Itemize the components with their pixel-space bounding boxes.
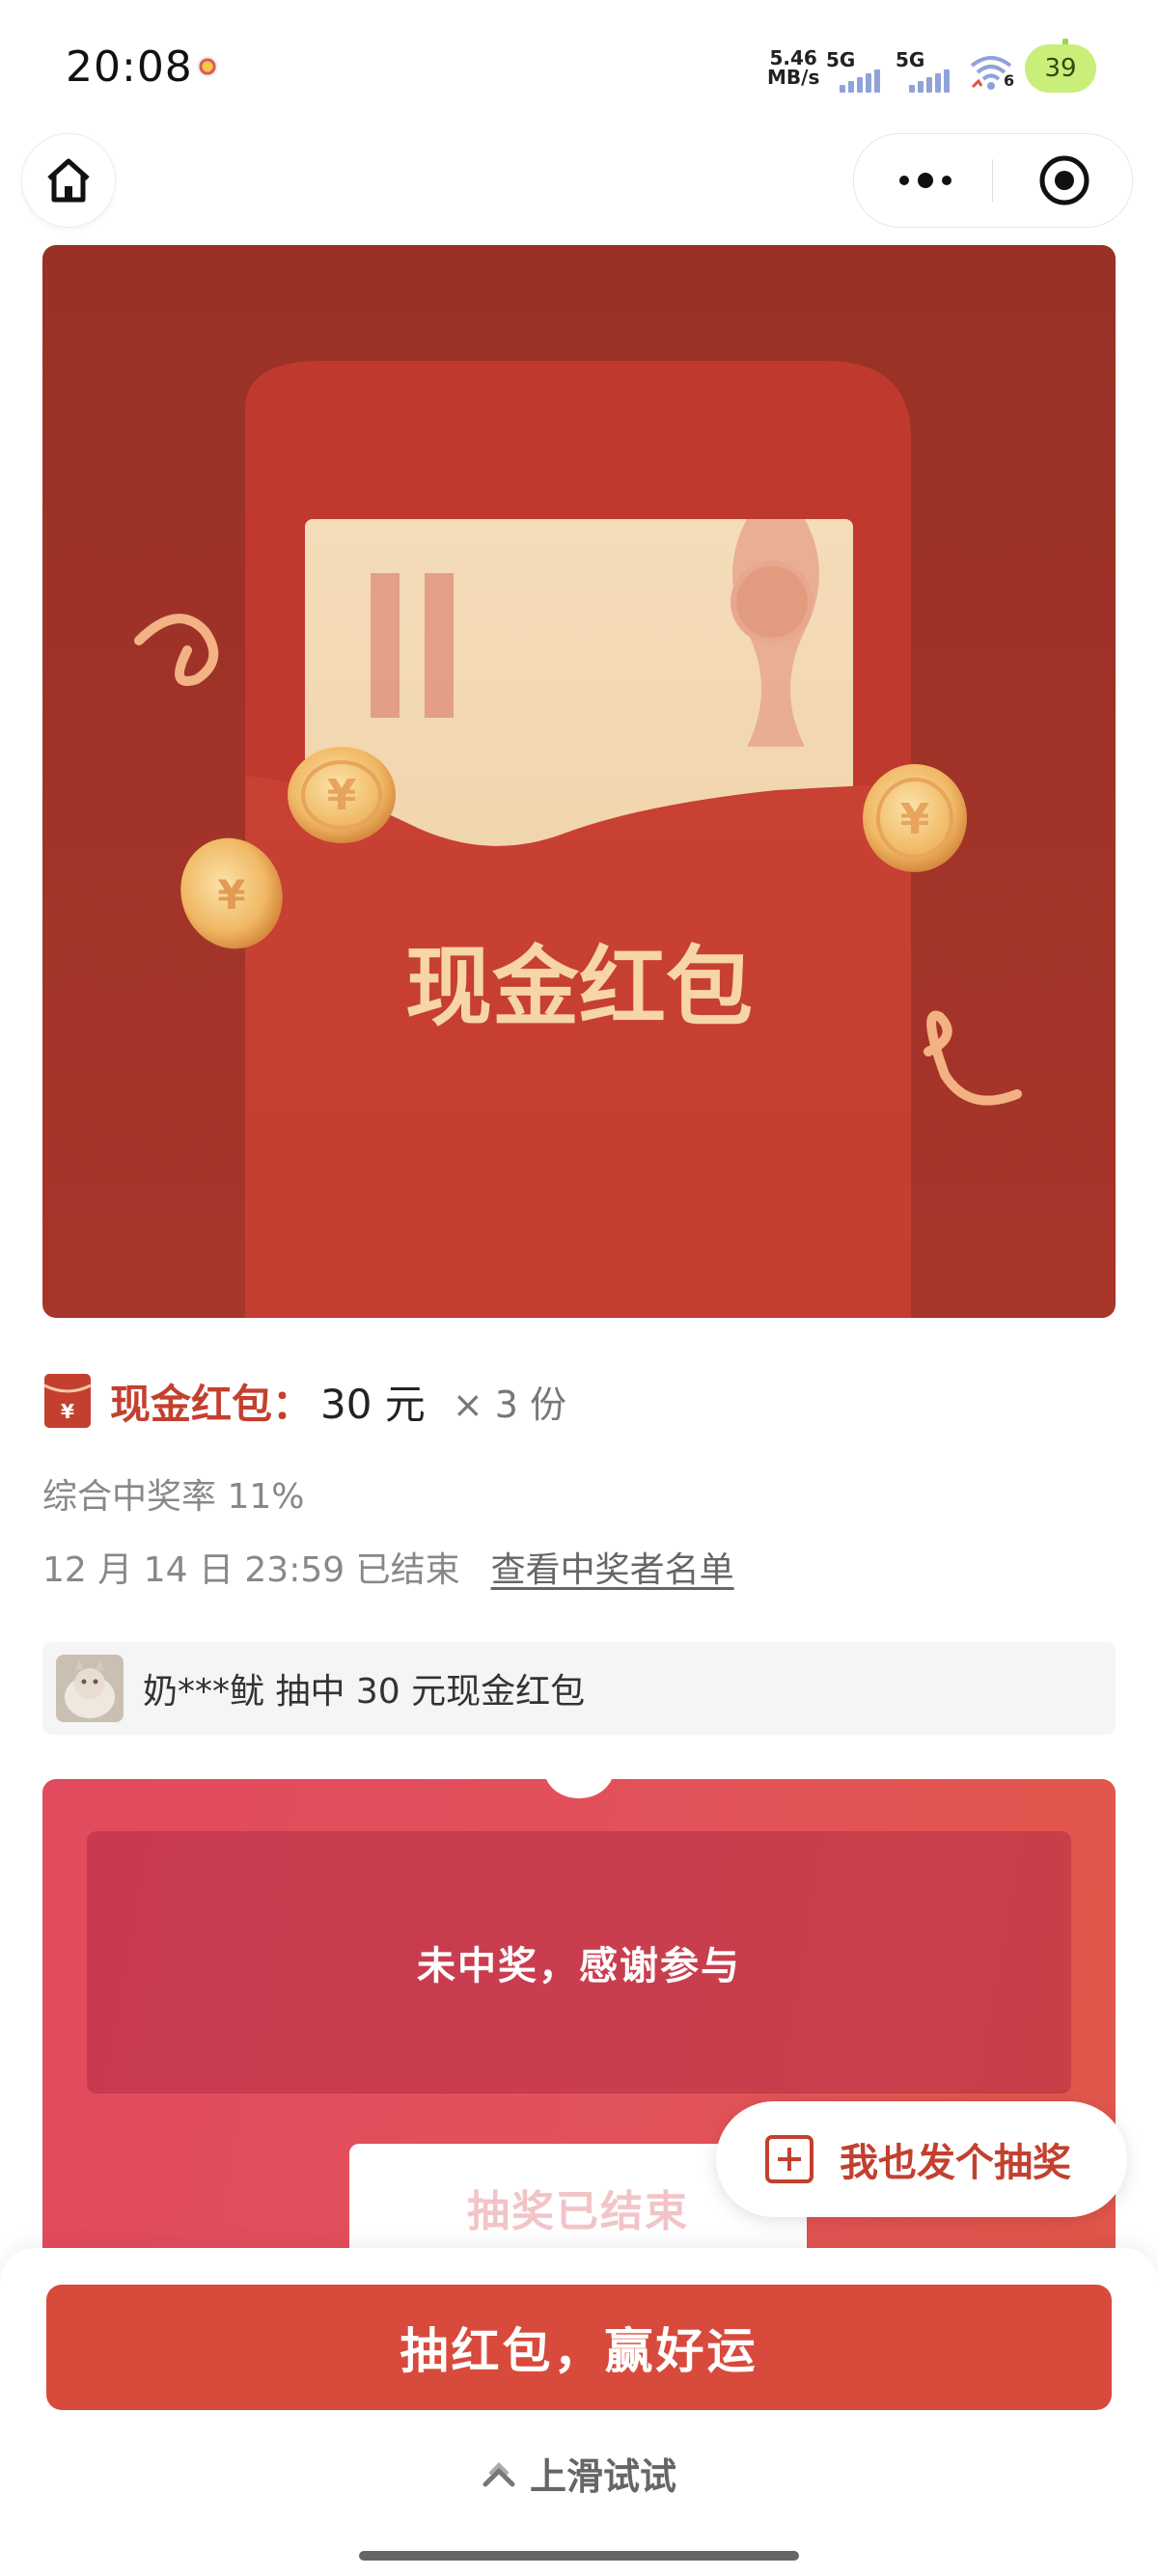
ticker-text: 奶***鱿 抽中 30 元现金红包 bbox=[143, 1672, 586, 1712]
create-lottery-label: 我也发个抽奖 bbox=[840, 2141, 1071, 2185]
winner-ticker: 奶***鱿 抽中 30 元现金红包 bbox=[42, 1642, 1116, 1735]
draw-button-label: 抽红包，赢好运 bbox=[400, 2323, 758, 2379]
network-speed: 5.46 MB/s bbox=[767, 46, 820, 89]
swipe-hint-label: 上滑试试 bbox=[529, 2455, 676, 2498]
status-time: 20:08 bbox=[66, 42, 193, 92]
more-dots-icon[interactable] bbox=[896, 165, 954, 196]
svg-text:¥: ¥ bbox=[900, 795, 930, 844]
avatar bbox=[56, 1655, 124, 1722]
win-rate: 综合中奖率 11% bbox=[42, 1477, 305, 1517]
prize-count: × 3 份 bbox=[452, 1383, 566, 1426]
svg-text:¥: ¥ bbox=[327, 771, 357, 820]
prize-line: ¥ 现金红包： 30 元 × 3 份 bbox=[42, 1370, 566, 1432]
bottom-sheet: 抽红包，赢好运 上滑试试 bbox=[0, 2248, 1158, 2576]
svg-text:¥: ¥ bbox=[61, 1400, 74, 1423]
prize-name: 现金红包： bbox=[110, 1380, 314, 1428]
banner-illustration: ¥ ¥ ¥ 现金红包 bbox=[42, 245, 1116, 1318]
view-winners-link[interactable]: 查看中奖者名单 bbox=[491, 1542, 734, 1592]
home-button[interactable] bbox=[21, 133, 116, 228]
swipe-hint[interactable]: 上滑试试 bbox=[0, 2447, 1158, 2500]
chevron-up-icon bbox=[482, 2461, 515, 2486]
notification-icon bbox=[197, 56, 218, 77]
wifi-number: 6 bbox=[1004, 71, 1015, 90]
banner-title: 现金红包 bbox=[405, 937, 753, 1038]
target-close-icon[interactable] bbox=[1037, 153, 1091, 207]
home-icon bbox=[47, 158, 90, 203]
battery-indicator: 39 bbox=[1025, 44, 1096, 93]
svg-text:¥: ¥ bbox=[217, 871, 245, 918]
red-envelope-banner: ¥ ¥ ¥ 现金红包 bbox=[42, 245, 1116, 1318]
mini-program-capsule bbox=[853, 133, 1133, 228]
create-lottery-button[interactable]: 我也发个抽奖 bbox=[716, 2101, 1127, 2217]
end-time: 12 月 14 日 23:59 已结束 bbox=[42, 1550, 460, 1590]
status-bar: 20:08 5.46 MB/s 5G 5G 6 39 bbox=[0, 0, 1158, 135]
card-notch bbox=[544, 1779, 614, 1798]
result-message: 未中奖，感谢参与 bbox=[417, 1944, 741, 1988]
capsule-divider bbox=[992, 159, 993, 202]
end-info: 12 月 14 日 23:59 已结束 查看中奖者名单 bbox=[42, 1542, 734, 1592]
result-panel: 未中奖，感谢参与 bbox=[87, 1831, 1071, 2094]
red-envelope-yuan-icon: ¥ bbox=[43, 1374, 92, 1428]
plus-square-icon bbox=[765, 2135, 813, 2183]
home-indicator[interactable] bbox=[359, 2551, 799, 2561]
draw-red-envelope-button[interactable]: 抽红包，赢好运 bbox=[46, 2285, 1112, 2410]
prize-amount: 30 元 bbox=[320, 1380, 426, 1428]
